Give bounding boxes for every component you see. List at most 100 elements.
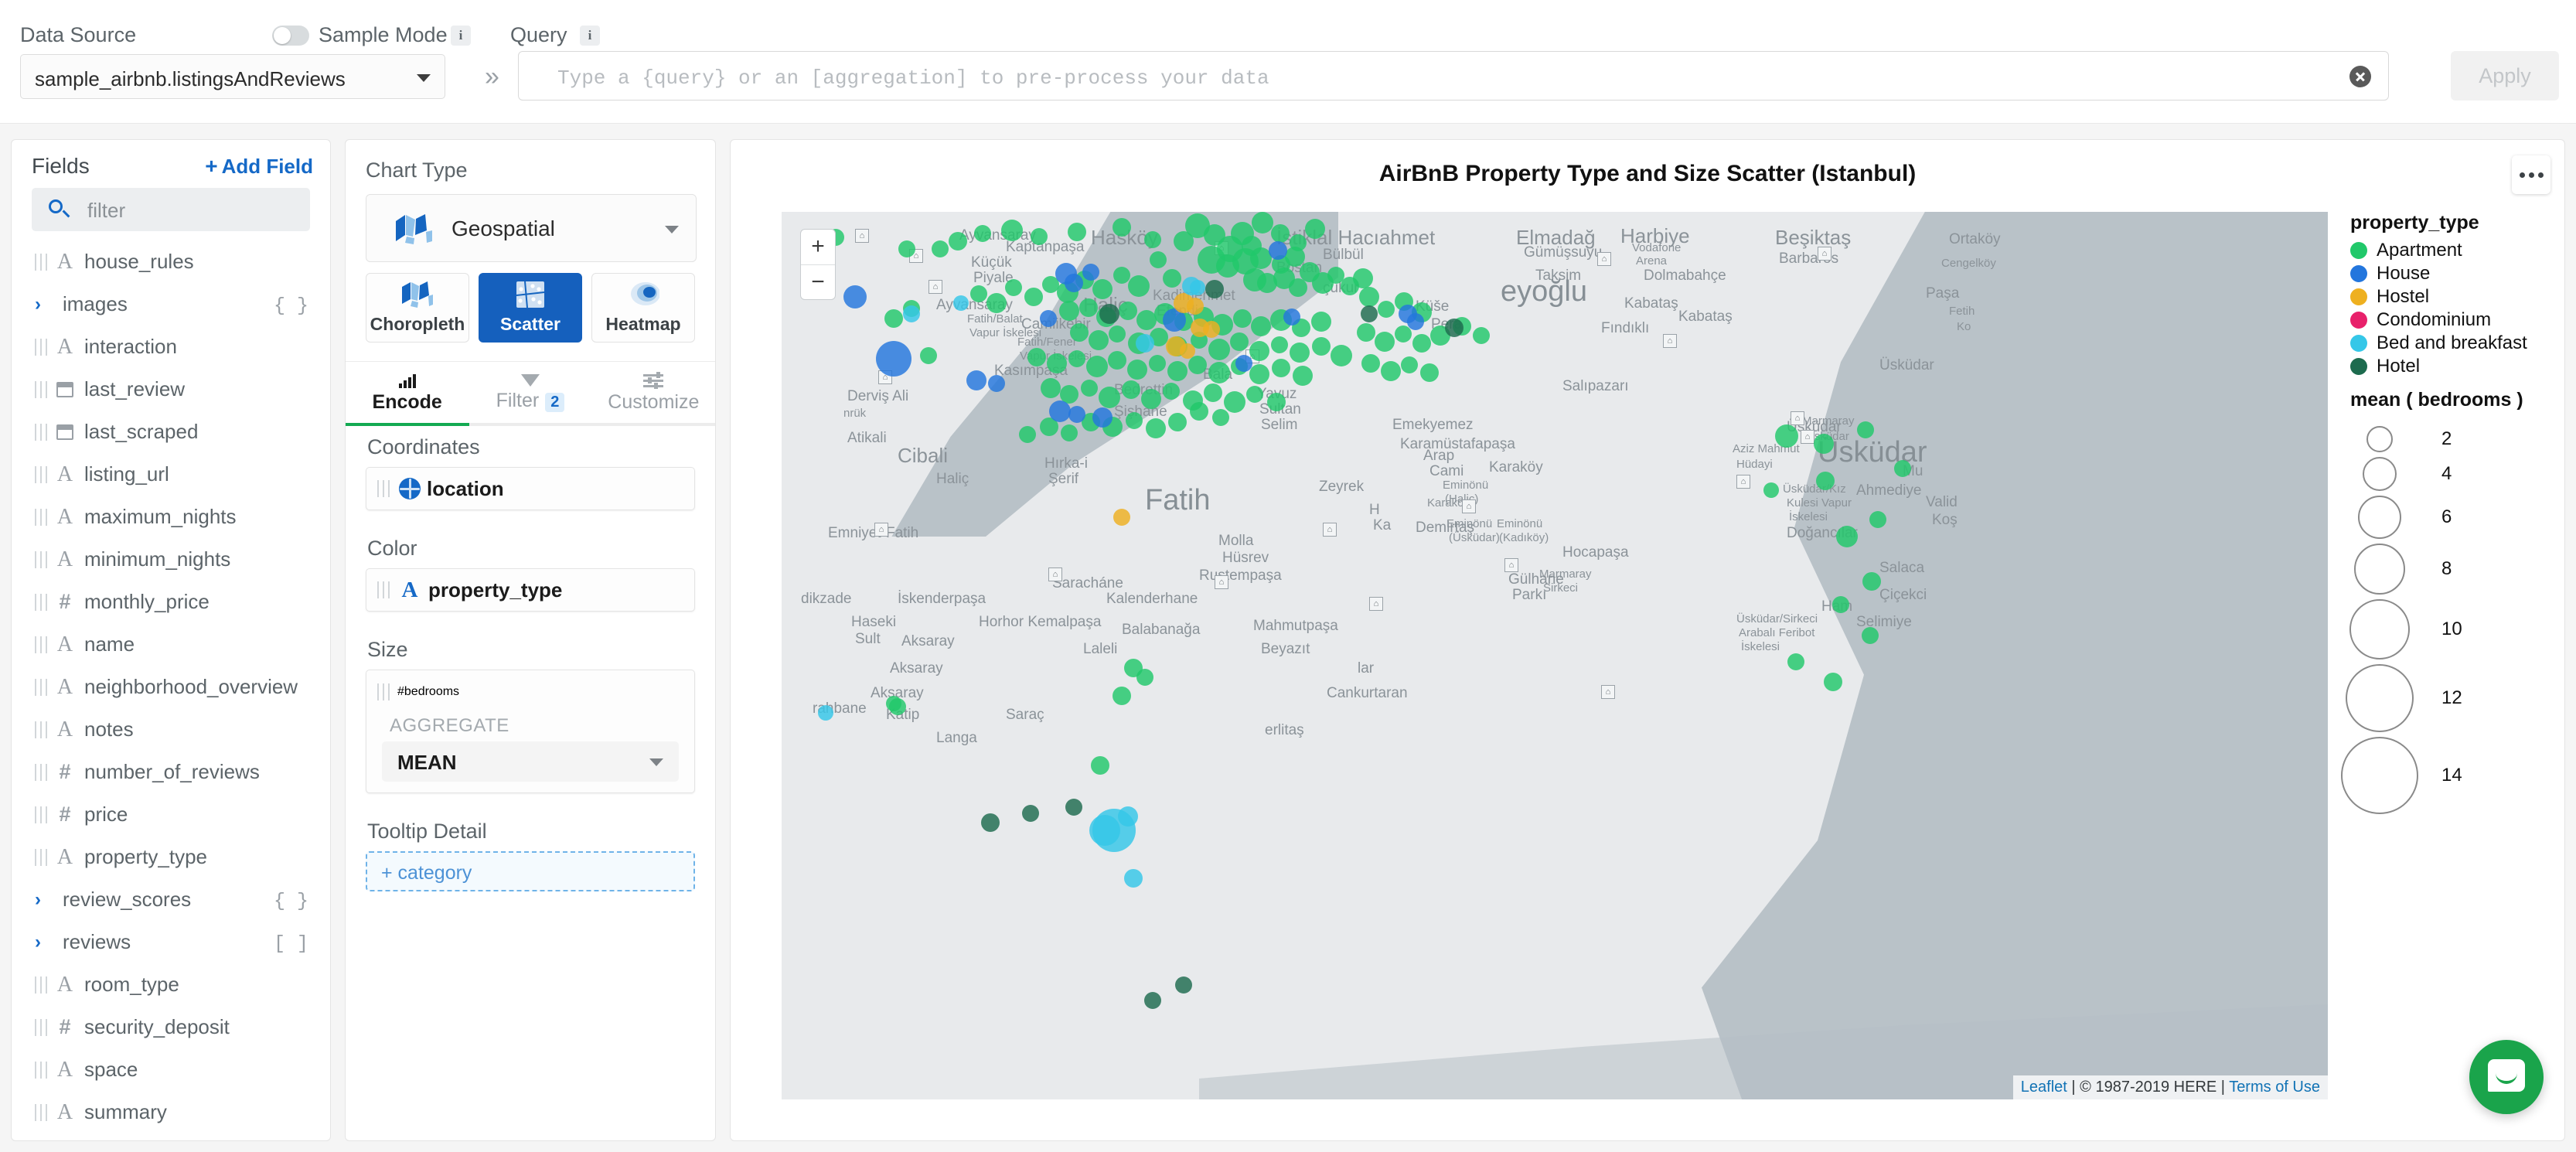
scatter-marker[interactable] <box>1141 389 1161 409</box>
map-canvas[interactable]: + − AyvansarayHasköyİstiklal HacıahmetEl… <box>782 212 2328 1099</box>
scatter-marker[interactable] <box>953 295 969 311</box>
field-row-space[interactable]: Aspace <box>12 1048 330 1091</box>
scatter-marker[interactable] <box>1190 402 1208 421</box>
scatter-marker[interactable] <box>1473 327 1490 344</box>
drag-handle-icon[interactable] <box>35 1104 47 1121</box>
tooltip-detail-dropzone[interactable]: + category <box>366 851 695 891</box>
scatter-marker[interactable] <box>1068 350 1085 367</box>
scatter-marker[interactable] <box>1204 383 1222 402</box>
scatter-marker[interactable] <box>1208 362 1230 383</box>
scatter-marker[interactable] <box>1144 992 1161 1009</box>
scatter-marker[interactable] <box>1816 472 1835 490</box>
drag-handle-icon[interactable] <box>377 581 390 598</box>
scatter-marker[interactable] <box>1163 269 1181 288</box>
scatter-marker[interactable] <box>1127 360 1147 380</box>
data-source-select[interactable]: sample_airbnb.listingsAndReviews <box>20 54 445 99</box>
scatter-marker[interactable] <box>1249 364 1269 384</box>
scatter-marker[interactable] <box>1175 976 1192 994</box>
scatter-marker[interactable] <box>932 240 949 257</box>
field-row-interaction[interactable]: Ainteraction <box>12 325 330 368</box>
scatter-marker[interactable] <box>1359 287 1379 307</box>
tab-customize[interactable]: Customize <box>592 362 715 424</box>
size-field-pill[interactable]: # bedrooms <box>366 670 694 714</box>
scatter-marker[interactable] <box>1894 460 1911 477</box>
color-field-pill[interactable]: A property_type <box>366 568 695 612</box>
scatter-marker[interactable] <box>1378 301 1395 318</box>
drag-handle-icon[interactable] <box>35 339 47 356</box>
chart-variant-scatter[interactable]: Scatter <box>479 273 582 343</box>
scatter-marker[interactable] <box>1081 380 1098 397</box>
scatter-marker[interactable] <box>1401 356 1418 373</box>
field-row-name[interactable]: Aname <box>12 623 330 666</box>
scatter-marker[interactable] <box>1113 509 1130 526</box>
drag-handle-icon[interactable] <box>35 509 47 526</box>
drag-handle-icon[interactable] <box>35 594 47 611</box>
drag-handle-icon[interactable] <box>377 683 390 700</box>
field-row-last_scraped[interactable]: last_scraped <box>12 411 330 453</box>
scatter-marker[interactable] <box>1407 313 1424 330</box>
scatter-marker[interactable] <box>986 293 1007 313</box>
scatter-marker[interactable] <box>1070 323 1089 342</box>
legend-item-bed-and-breakfast[interactable]: Bed and breakfast <box>2350 332 2559 355</box>
scatter-marker[interactable] <box>1763 482 1779 498</box>
scatter-marker[interactable] <box>1149 355 1166 372</box>
sample-mode-toggle[interactable] <box>272 26 309 46</box>
field-row-maximum_nights[interactable]: Amaximum_nights <box>12 496 330 538</box>
tab-encode[interactable]: Encode <box>346 362 469 424</box>
terms-of-use-link[interactable]: Terms of Use <box>2229 1079 2320 1096</box>
drag-handle-icon[interactable] <box>35 424 47 441</box>
scatter-marker[interactable] <box>1024 288 1043 306</box>
field-row-listing_url[interactable]: Alisting_url <box>12 453 330 496</box>
expand-chevron-icon[interactable]: › <box>35 294 47 315</box>
field-row-number_of_reviews[interactable]: #number_of_reviews <box>12 751 330 793</box>
scatter-marker[interactable] <box>1068 223 1086 241</box>
scatter-marker[interactable] <box>1047 353 1067 373</box>
scatter-marker[interactable] <box>1445 319 1463 337</box>
field-row-price[interactable]: #price <box>12 793 330 836</box>
field-row-reviews[interactable]: ›reviews[ ] <box>12 921 330 963</box>
scatter-marker[interactable] <box>1040 310 1057 327</box>
scatter-marker[interactable] <box>1361 354 1380 373</box>
scatter-marker[interactable] <box>920 347 937 364</box>
scatter-marker[interactable] <box>1180 343 1195 359</box>
scatter-marker[interactable] <box>1144 231 1161 248</box>
drag-handle-icon[interactable] <box>35 254 47 271</box>
scatter-marker[interactable] <box>1832 596 1849 613</box>
scatter-marker[interactable] <box>1311 312 1331 332</box>
scatter-marker[interactable] <box>1065 274 1083 292</box>
scatter-marker[interactable] <box>1059 301 1079 321</box>
scatter-marker[interactable] <box>1375 332 1395 352</box>
field-row-minimum_nights[interactable]: Aminimum_nights <box>12 538 330 581</box>
scatter-marker[interactable] <box>974 225 991 242</box>
drag-handle-icon[interactable] <box>35 381 47 398</box>
scatter-marker[interactable] <box>1290 343 1310 363</box>
drag-handle-icon[interactable] <box>35 976 47 994</box>
scatter-marker[interactable] <box>1128 275 1150 297</box>
clear-icon[interactable] <box>2349 66 2371 87</box>
chart-variant-heatmap[interactable]: Heatmap <box>591 273 695 343</box>
field-row-last_review[interactable]: last_review <box>12 368 330 411</box>
legend-item-house[interactable]: House <box>2350 262 2559 285</box>
scatter-marker[interactable] <box>1167 361 1187 381</box>
scatter-marker[interactable] <box>1091 756 1109 775</box>
scatter-marker[interactable] <box>1031 228 1048 245</box>
scatter-marker[interactable] <box>1113 687 1131 705</box>
legend-item-hostel[interactable]: Hostel <box>2350 285 2559 308</box>
scatter-marker[interactable] <box>1787 653 1804 670</box>
scatter-marker[interactable] <box>1005 279 1022 296</box>
scatter-marker[interactable] <box>1233 309 1252 328</box>
scatter-marker[interactable] <box>1205 280 1224 298</box>
scatter-marker[interactable] <box>884 309 903 328</box>
scatter-marker[interactable] <box>1122 380 1140 399</box>
scatter-marker[interactable] <box>903 305 920 322</box>
scatter-marker[interactable] <box>981 813 1000 832</box>
scatter-marker[interactable] <box>1099 304 1119 324</box>
scatter-marker[interactable] <box>1041 378 1061 398</box>
coordinates-field-pill[interactable]: location <box>366 467 695 510</box>
scatter-marker[interactable] <box>1814 434 1834 454</box>
scatter-marker[interactable] <box>1092 279 1113 299</box>
scatter-marker[interactable] <box>1001 220 1023 241</box>
field-row-summary[interactable]: Asummary <box>12 1091 330 1133</box>
legend-item-hotel[interactable]: Hotel <box>2350 355 2559 378</box>
scatter-marker[interactable] <box>1126 412 1143 429</box>
